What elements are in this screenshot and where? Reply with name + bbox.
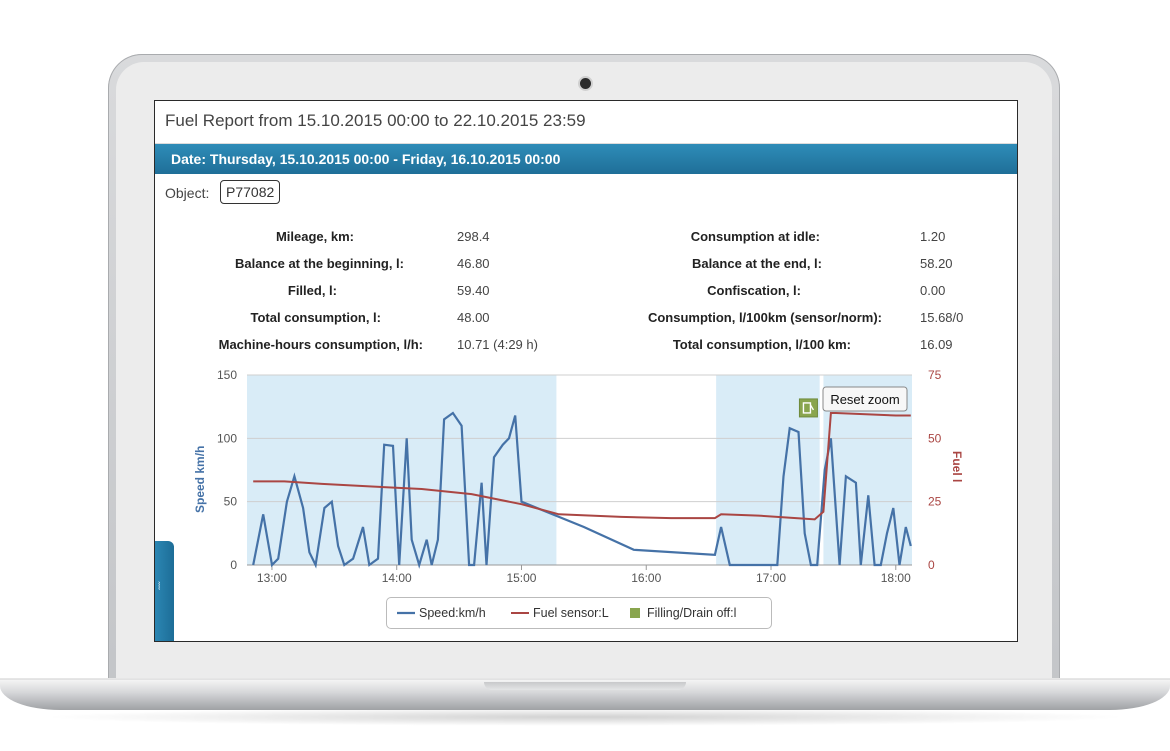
x-tick-label: 17:00	[756, 571, 786, 585]
screen: Fuel Report from 15.10.2015 00:00 to 22.…	[155, 101, 1017, 641]
y-right-tick-label: 0	[928, 558, 935, 572]
x-tick-label: 16:00	[631, 571, 661, 585]
y-axis-right: 0 25 50 75	[928, 368, 942, 572]
y-left-tick-label: 150	[217, 368, 237, 382]
y-right-tick-label: 75	[928, 368, 942, 382]
y-right-tick-label: 50	[928, 431, 942, 445]
legend-filling-label: Filling/Drain off:l	[647, 606, 736, 620]
side-panel-grip-icon: ⦚	[158, 581, 161, 593]
legend-speed-label: Speed:km/h	[419, 606, 486, 620]
reset-zoom-label: Reset zoom	[830, 392, 899, 407]
x-tick-label: 18:00	[881, 571, 911, 585]
filling-marker-box	[798, 398, 818, 418]
x-tick-label: 15:00	[506, 571, 536, 585]
y-axis-left-title: Speed km/h	[193, 446, 207, 513]
filling-marker-icon	[798, 398, 818, 418]
x-tick-label: 14:00	[382, 571, 412, 585]
laptop-notch	[484, 682, 686, 690]
camera-icon	[580, 78, 591, 89]
y-left-tick-label: 50	[224, 495, 238, 509]
fuel-speed-chart[interactable]: 0 50 100 150 0 25 50 75 13:00 14:00 15:00 16:00 17…	[155, 101, 1017, 641]
legend-filling-swatch	[630, 608, 640, 618]
y-right-tick-label: 25	[928, 495, 942, 509]
laptop-shadow	[40, 708, 1130, 726]
reset-zoom-button[interactable]: Reset zoom	[822, 386, 908, 412]
x-tick-label: 13:00	[257, 571, 287, 585]
side-panel-toggle[interactable]: ⦚	[155, 541, 174, 641]
y-left-tick-label: 100	[217, 431, 237, 445]
chart-legend: Speed:km/h Fuel sensor:L Filling/Drain o…	[386, 597, 772, 629]
y-left-tick-label: 0	[230, 558, 237, 572]
y-axis-left: 0 50 100 150	[217, 368, 237, 572]
x-axis: 13:00 14:00 15:00 16:00 17:00 18:00	[257, 565, 911, 585]
y-axis-right-title: Fuel l	[950, 451, 964, 482]
legend-fuel-label: Fuel sensor:L	[533, 606, 609, 620]
